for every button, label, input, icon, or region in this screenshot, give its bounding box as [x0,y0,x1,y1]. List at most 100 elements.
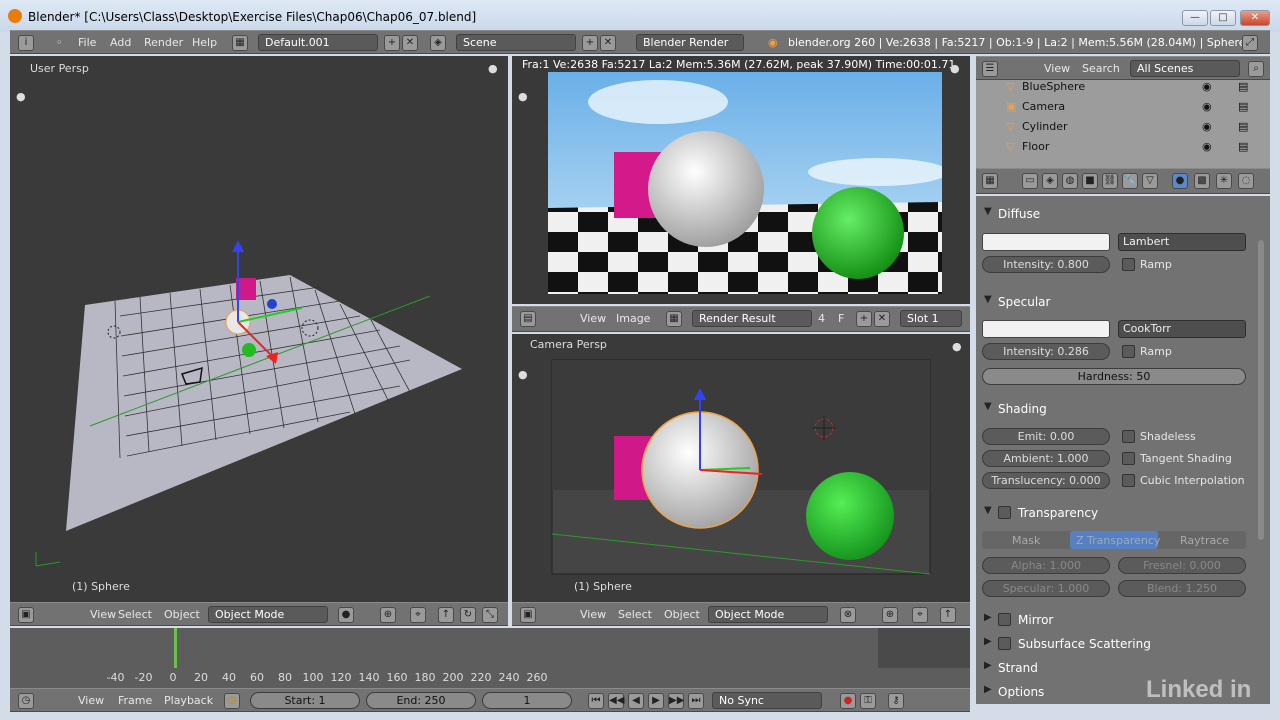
search-icon[interactable]: ⌕ [1248,61,1264,77]
scene-icon[interactable]: ◈ [430,35,446,51]
shading-panel-title[interactable]: Shading [998,402,1047,420]
viewport-corner-icon[interactable]: ● [950,62,960,75]
slot-dropdown[interactable]: Slot 1 [900,310,962,327]
transparency-panel-title[interactable]: Transparency [1018,506,1098,524]
visibility-eye-icon[interactable]: ◉ [1202,100,1212,113]
jump-end-icon[interactable]: ⏭ [688,693,704,709]
disclosure-triangle-icon[interactable]: ▶ [984,636,992,647]
data-tab-icon[interactable]: ▽ [1142,173,1158,189]
particles-tab-icon[interactable]: ✳ [1216,173,1232,189]
scale-icon[interactable]: ⤡ [482,607,498,623]
tab-z-transparency[interactable]: Z Transparency [1076,534,1160,547]
menu-view[interactable]: View [1044,62,1070,75]
tangent-shading-checkbox[interactable] [1122,452,1135,465]
menu-search[interactable]: Search [1082,62,1120,75]
specular-color-swatch[interactable] [982,320,1110,338]
mirror-enable-checkbox[interactable] [998,613,1011,626]
sync-dropdown[interactable]: No Sync [712,692,822,709]
disclosure-triangle-icon[interactable]: ▼ [984,294,992,305]
mirror-panel-title[interactable]: Mirror [1018,613,1053,631]
emit-slider[interactable]: Emit: 0.00 [982,428,1110,445]
screen-layout-icon[interactable]: ▦ [232,35,248,51]
render-view[interactable]: Fra:1 Ve:2638 Fa:5217 La:2 Mem:5.36M (27… [512,56,970,304]
render-camera-icon[interactable]: ▤ [1238,100,1248,113]
viewport-corner-icon[interactable]: ● [518,90,528,103]
render-camera-icon[interactable]: ▤ [1238,120,1248,133]
editor-type-icon[interactable]: ◷ [18,693,34,709]
add-screen-icon[interactable]: + [384,35,400,51]
menu-view[interactable]: View [580,608,606,621]
editor-type-icon[interactable]: ▤ [520,311,536,327]
alpha-slider[interactable]: Alpha: 1.000 [982,557,1110,574]
menu-frame[interactable]: Frame [118,694,152,707]
render-camera-icon[interactable]: ▤ [1238,140,1248,153]
menu-playback[interactable]: Playback [164,694,213,707]
fresnel-slider[interactable]: Fresnel: 0.000 [1118,557,1246,574]
diffuse-ramp-checkbox[interactable] [1122,258,1135,271]
menu-object[interactable]: Object [164,608,200,621]
keyframe-icon[interactable]: ◷ [224,693,240,709]
sss-enable-checkbox[interactable] [998,637,1011,650]
ambient-slider[interactable]: Ambient: 1.000 [982,450,1110,467]
disclosure-triangle-icon[interactable]: ▼ [984,206,992,217]
render-result-field[interactable]: Render Result [692,310,812,327]
outliner-item-bluesphere[interactable]: BlueSphere [1022,80,1085,93]
blend-slider[interactable]: Blend: 1.250 [1118,580,1246,597]
remove-screen-icon[interactable]: ✕ [402,35,418,51]
jump-start-icon[interactable]: ⏮ [588,693,604,709]
outliner-item-camera[interactable]: Camera [1022,100,1065,113]
play-icon[interactable]: ▶ [648,693,664,709]
properties-scrollbar[interactable] [1258,240,1264,540]
scene-field[interactable]: Scene [456,34,576,51]
physics-tab-icon[interactable]: ◌ [1238,173,1254,189]
specular-alpha-slider[interactable]: Specular: 1.000 [982,580,1110,597]
manipulator-icon[interactable]: ⌖ [912,607,928,623]
world-tab-icon[interactable]: ◍ [1062,173,1078,189]
viewport-3d-camera[interactable]: Camera Persp ● ● (1) Sphere [512,334,970,602]
translate-icon[interactable]: ↑ [940,607,956,623]
editor-type-icon[interactable]: ▦ [982,173,998,189]
rotate-icon[interactable]: ↻ [460,607,476,623]
editor-type-icon[interactable]: ▣ [18,607,34,623]
visibility-eye-icon[interactable]: ◉ [1202,80,1212,93]
new-image-icon[interactable]: + [856,311,872,327]
scene-tab-icon[interactable]: ◈ [1042,173,1058,189]
record-icon[interactable]: ● [840,693,856,709]
manipulator-icon[interactable]: ⌖ [410,607,426,623]
editor-type-icon[interactable]: ☰ [982,61,998,77]
material-tab-icon[interactable]: ● [1172,173,1188,189]
menu-image[interactable]: Image [616,312,650,325]
outliner-item-floor[interactable]: Floor [1022,140,1049,153]
minimize-button[interactable]: — [1182,10,1208,26]
keying-set-icon[interactable]: ⚿ [860,693,876,709]
menu-view[interactable]: View [90,608,116,621]
options-panel-title[interactable]: Options [998,685,1044,703]
fullscreen-icon[interactable]: ⤢ [1242,35,1258,51]
outliner-filter-dropdown[interactable]: All Scenes [1130,60,1240,77]
menu-view[interactable]: View [78,694,104,707]
render-tab-icon[interactable]: ▭ [1022,173,1038,189]
modifiers-tab-icon[interactable]: 🔧 [1122,173,1138,189]
editor-type-icon[interactable]: i [18,35,34,51]
play-reverse-icon[interactable]: ◀ [628,693,644,709]
current-frame-indicator[interactable] [174,628,177,668]
object-tab-icon[interactable]: ■ [1082,173,1098,189]
maximize-button[interactable]: □ [1210,10,1236,26]
outliner-item-cylinder[interactable]: Cylinder [1022,120,1068,133]
pivot-icon[interactable]: ⊕ [882,607,898,623]
start-frame-field[interactable]: Start: 1 [250,692,360,709]
translucency-slider[interactable]: Translucency: 0.000 [982,472,1110,489]
mode-dropdown[interactable]: Object Mode [708,606,828,623]
menu-render[interactable]: Render [144,36,183,49]
sss-panel-title[interactable]: Subsurface Scattering [1018,637,1151,655]
strand-panel-title[interactable]: Strand [998,661,1038,679]
fake-user-button[interactable]: F [838,312,844,325]
translate-icon[interactable]: ↑ [438,607,454,623]
keyframe-insert-icon[interactable]: ⚷ [888,693,904,709]
next-keyframe-icon[interactable]: ▶▶ [668,693,684,709]
disclosure-triangle-icon[interactable]: ▼ [984,505,992,516]
end-frame-field[interactable]: End: 250 [366,692,476,709]
hardness-slider[interactable]: Hardness: 50 [982,368,1246,385]
shading-mode-icon[interactable]: ● [338,607,354,623]
editor-type-icon[interactable]: ▣ [520,607,536,623]
